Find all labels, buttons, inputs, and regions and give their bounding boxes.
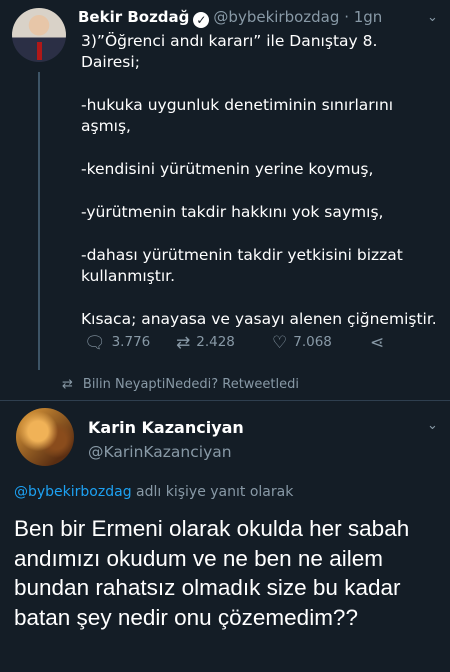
- tweet-line: -hukuka uygunluk denetiminin sınırlarını…: [81, 96, 394, 135]
- tweet-line: -kendisini yürütmenin yerine koymuş,: [81, 160, 374, 178]
- thread-line: [38, 72, 40, 370]
- tweet-line: -yürütmenin takdir hakkını yok saymış,: [81, 203, 384, 221]
- author-handle[interactable]: @bybekirbozdag: [213, 8, 339, 26]
- retweet-button[interactable]: ⇄ 2.428: [176, 333, 235, 353]
- tweet-time[interactable]: · 1gn: [344, 8, 382, 26]
- chevron-down-icon[interactable]: ⌄: [427, 418, 438, 433]
- reply-text: Ben bir Ermeni olarak okulda her sabah a…: [14, 516, 410, 630]
- retweet-note[interactable]: ⇄ Bilin NeyaptiNededi? Retweetledi: [62, 377, 299, 392]
- reply-author-name[interactable]: Karin Kazanciyan: [88, 418, 244, 437]
- heart-icon: ♡: [272, 333, 288, 353]
- tweet-line: Kısaca; anayasa ve yasayı alenen çiğnemi…: [81, 310, 437, 328]
- author-name[interactable]: Bekir Bozdağ: [78, 8, 189, 26]
- retweet-count: 2.428: [196, 334, 235, 350]
- tweet-line: 3)”Öğrenci andı kararı” ile Danıştay 8. …: [81, 32, 378, 71]
- reply-author-handle[interactable]: @KarinKazanciyan: [88, 443, 232, 461]
- reply-button[interactable]: 🗨 3.776: [84, 333, 150, 353]
- reply-icon: 🗨: [84, 333, 106, 353]
- retweet-icon: ⇄: [176, 333, 191, 353]
- like-button[interactable]: ♡ 7.068: [272, 333, 332, 353]
- retweet-small-icon: ⇄: [62, 377, 73, 392]
- retweet-note-text: Bilin NeyaptiNededi? Retweetledi: [82, 377, 299, 392]
- avatar-karin-kazanciyan[interactable]: [16, 408, 74, 466]
- share-button[interactable]: ⋖: [370, 333, 390, 353]
- divider: [0, 400, 450, 401]
- reply-to-suffix: adlı kişiye yanıt olarak: [131, 484, 294, 500]
- reply-to-mention[interactable]: @bybekirbozdag: [14, 484, 132, 500]
- reply-context: @bybekirbozdag adlı kişiye yanıt olarak: [14, 484, 293, 500]
- share-icon: ⋖: [370, 333, 385, 353]
- like-count: 7.068: [293, 334, 332, 350]
- chevron-down-icon[interactable]: ⌄: [427, 10, 438, 25]
- tweet-header: Bekir Bozdağ ✓ @bybekirbozdag · 1gn: [78, 8, 382, 28]
- avatar-bekir-bozdag[interactable]: [12, 8, 66, 62]
- tweet-line: -dahası yürütmenin takdir yetkisini bizz…: [81, 246, 403, 285]
- tweet-text: 3)”Öğrenci andı kararı” ile Danıştay 8. …: [81, 31, 441, 352]
- reply-count: 3.776: [111, 334, 151, 350]
- verified-badge-icon: ✓: [193, 12, 210, 28]
